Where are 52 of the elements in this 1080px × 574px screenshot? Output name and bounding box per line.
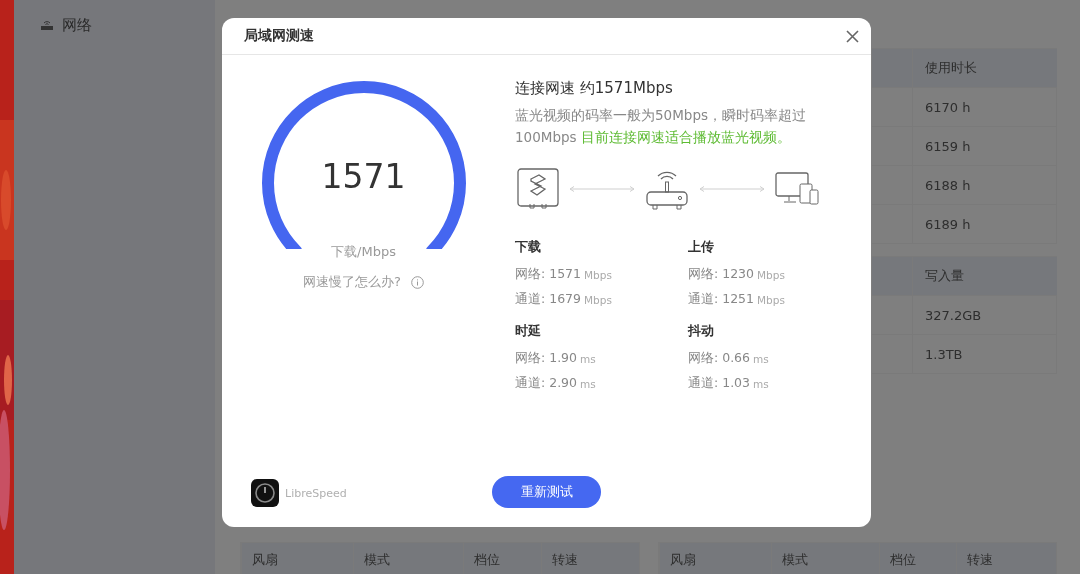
speedometer-app-icon	[251, 479, 279, 507]
column-header: 档位	[879, 543, 956, 574]
sidebar-item[interactable]: 网络	[14, 14, 215, 36]
stat-value: 通道: 2.90	[515, 375, 578, 392]
table-cell: 6189 h	[912, 204, 1057, 243]
computer-devices-icon	[775, 172, 819, 206]
table-cell: 6170 h	[912, 87, 1057, 126]
stat-unit: ms	[580, 377, 596, 390]
stat-value: 通道: 1251	[688, 291, 754, 308]
stat-value: 通道: 1679	[515, 291, 581, 308]
column-header: 风扇	[241, 543, 353, 574]
column-header: 风扇	[659, 543, 771, 574]
stat-heading: 抖动	[688, 322, 715, 340]
column-header: 档位	[463, 543, 541, 574]
stat-unit: Mbps	[584, 268, 612, 281]
speed-value: 1571	[321, 157, 406, 196]
double-arrow-icon	[569, 186, 635, 192]
double-arrow-icon	[699, 186, 765, 192]
connection-speed-title: 连接网速 约1571Mbps	[515, 79, 674, 98]
stat-unit: ms	[753, 352, 769, 365]
column-header: 模式	[353, 543, 463, 574]
column-header: 模式	[771, 543, 879, 574]
stat-unit: Mbps	[584, 293, 612, 306]
column-header: 转速	[956, 543, 1056, 574]
table-cell: 6159 h	[912, 126, 1057, 165]
router-icon	[40, 19, 54, 31]
stat-value: 网络: 1230	[688, 266, 754, 283]
stat-heading: 时延	[515, 322, 542, 340]
stat-heading: 下载	[515, 238, 542, 256]
stat-value: 网络: 1571	[515, 266, 581, 283]
stat-value: 通道: 1.03	[688, 375, 751, 392]
brand-name: LibreSpeed	[285, 486, 347, 500]
description: 蓝光视频的码率一般为50Mbps，瞬时码率超过100Mbps 目前连接网速适合播放蓝光视频。	[515, 106, 807, 147]
dialog-title: 局域网测速	[244, 27, 314, 45]
column-header: 写入量	[912, 257, 1057, 295]
stat-unit: Mbps	[757, 268, 785, 281]
column-header: 使用时长	[912, 49, 1057, 87]
help-link[interactable]: 网速慢了怎么办?	[303, 273, 401, 291]
stat-unit: ms	[580, 352, 596, 365]
close-icon[interactable]	[846, 29, 859, 43]
stat-heading: 上传	[688, 238, 715, 256]
retest-button[interactable]: 重新测试	[492, 476, 601, 508]
table-cell: 327.2GB	[912, 295, 1057, 334]
stat-value: 网络: 1.90	[515, 350, 578, 367]
table-cell: 6188 h	[912, 165, 1057, 204]
stat-unit: ms	[753, 377, 769, 390]
column-header: 转速	[541, 543, 639, 574]
stat-value: 网络: 0.66	[688, 350, 751, 367]
nas-device-icon	[517, 168, 559, 210]
unit-label: 下载/Mbps	[331, 243, 396, 261]
table-cell: 1.3TB	[912, 334, 1057, 373]
stat-unit: Mbps	[757, 293, 785, 306]
